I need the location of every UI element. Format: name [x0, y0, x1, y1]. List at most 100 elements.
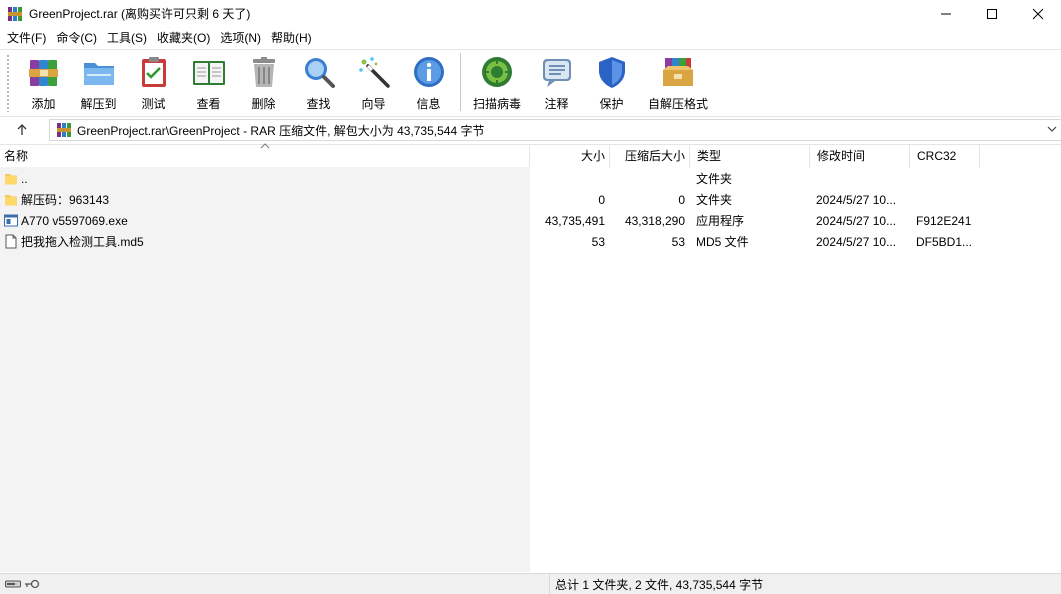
wizard-button[interactable]: 向导 — [346, 50, 401, 114]
menu-favorites[interactable]: 收藏夹(O) — [152, 28, 215, 48]
virus-scan-button[interactable]: 扫描病毒 — [465, 50, 529, 114]
find-button[interactable]: 查找 — [291, 50, 346, 114]
exe-icon — [4, 214, 18, 227]
extract-to-button[interactable]: 解压到 — [71, 50, 126, 114]
file-list-header: 名称 大小 压缩后大小 类型 修改时间 CRC32 — [0, 143, 1061, 168]
info-button[interactable]: 信息 — [401, 50, 456, 114]
protect-label: 保护 — [599, 97, 624, 111]
file-size: 0 — [598, 192, 605, 207]
address-bar: GreenProject.rar\GreenProject - RAR 压缩文件… — [0, 116, 1061, 143]
magic-wand-icon — [358, 57, 390, 88]
column-packed-label: 压缩后大小 — [624, 149, 685, 163]
test-button[interactable]: 测试 — [126, 50, 181, 114]
sfx-label: 自解压格式 — [647, 97, 708, 111]
file-type: MD5 文件 — [696, 235, 749, 249]
winrar-app-icon — [8, 6, 22, 21]
trash-can-icon — [252, 57, 275, 87]
minimize-icon — [941, 13, 951, 14]
column-header-size[interactable]: 大小 — [530, 145, 610, 168]
comment-icon — [542, 59, 571, 87]
protect-button[interactable]: 保护 — [584, 50, 639, 114]
minimize-button[interactable] — [923, 0, 969, 27]
sfx-box-icon — [663, 58, 693, 86]
chevron-down-icon[interactable] — [1047, 124, 1057, 134]
test-label: 测试 — [141, 97, 166, 111]
delete-button[interactable]: 删除 — [236, 50, 291, 114]
rar-archive-icon — [57, 123, 71, 137]
file-type: 应用程序 — [696, 214, 745, 228]
file-type: 文件夹 — [696, 172, 733, 186]
column-header-crc[interactable]: CRC32 — [910, 145, 980, 168]
view-button[interactable]: 查看 — [181, 50, 236, 114]
menu-options[interactable]: 选项(N) — [215, 28, 266, 48]
table-row[interactable]: .. 文件夹 — [0, 168, 1061, 189]
file-packed-size: 43,318,290 — [624, 213, 685, 228]
table-row[interactable]: 把我拖入检测工具.md5 53 53 MD5 文件 2024/5/27 10..… — [0, 231, 1061, 252]
file-name: .. — [21, 171, 28, 186]
file-modified: 2024/5/27 10... — [816, 192, 897, 207]
status-bar: 总计 1 文件夹, 2 文件, 43,735,544 字节 — [0, 573, 1061, 594]
file-size: 43,735,491 — [544, 213, 605, 228]
open-book-icon — [192, 61, 225, 85]
find-label: 查找 — [306, 97, 331, 111]
wizard-label: 向导 — [361, 97, 386, 111]
column-header-packed[interactable]: 压缩后大小 — [610, 145, 690, 168]
table-row[interactable]: 解压码：963143 0 0 文件夹 2024/5/27 10... — [0, 189, 1061, 210]
column-crc-label: CRC32 — [917, 149, 957, 163]
toolbar-grip[interactable] — [6, 54, 10, 112]
column-type-label: 类型 — [697, 149, 722, 163]
address-path-box[interactable]: GreenProject.rar\GreenProject - RAR 压缩文件… — [49, 119, 1061, 141]
file-icon — [5, 234, 17, 249]
virus-scan-icon — [482, 57, 512, 87]
key-icon[interactable] — [24, 579, 40, 589]
add-button[interactable]: 添加 — [16, 50, 71, 114]
folder-icon — [5, 195, 17, 206]
menu-commands[interactable]: 命令(C) — [51, 28, 102, 48]
table-row[interactable]: A770 v5597069.exe 43,735,491 43,318,290 … — [0, 210, 1061, 231]
column-header-type[interactable]: 类型 — [690, 145, 810, 168]
delete-label: 删除 — [251, 97, 276, 111]
clipboard-check-icon — [141, 57, 166, 87]
status-left-pane — [50, 573, 550, 594]
toolbar-separator — [460, 53, 461, 111]
sfx-button[interactable]: 自解压格式 — [639, 50, 717, 114]
menu-tools[interactable]: 工具(S) — [102, 28, 152, 48]
menu-help[interactable]: 帮助(H) — [266, 28, 317, 48]
maximize-button[interactable] — [969, 0, 1015, 27]
close-button[interactable] — [1015, 0, 1061, 27]
menu-file[interactable]: 文件(F) — [2, 28, 51, 48]
winrar-window: GreenProject.rar (离购买许可只剩 6 天了) 文件(F) 命令… — [0, 0, 1061, 594]
window-title: GreenProject.rar (离购买许可只剩 6 天了) — [29, 7, 251, 21]
info-label: 信息 — [416, 97, 441, 111]
address-path: GreenProject.rar\GreenProject - RAR 压缩文件… — [77, 123, 485, 138]
virus-scan-label: 扫描病毒 — [472, 97, 521, 111]
up-folder-button[interactable] — [0, 117, 44, 143]
sort-ascending-icon — [260, 143, 270, 149]
comment-button[interactable]: 注释 — [529, 50, 584, 114]
file-modified: 2024/5/27 10... — [816, 213, 897, 228]
column-modified-label: 修改时间 — [817, 149, 866, 163]
file-type: 文件夹 — [696, 193, 733, 207]
column-header-modified[interactable]: 修改时间 — [810, 145, 910, 168]
extract-to-label: 解压到 — [80, 97, 117, 111]
file-packed-size: 0 — [678, 192, 685, 207]
drive-icon[interactable] — [5, 579, 21, 589]
file-crc: F912E241 — [916, 213, 972, 228]
folder-up-icon — [5, 174, 17, 185]
file-modified: 2024/5/27 10... — [816, 234, 897, 249]
menu-bar: 文件(F) 命令(C) 工具(S) 收藏夹(O) 选项(N) 帮助(H) — [0, 28, 317, 48]
column-name-label: 名称 — [4, 149, 29, 163]
add-label: 添加 — [31, 97, 56, 111]
view-label: 查看 — [196, 97, 221, 111]
folder-extract-icon — [83, 63, 114, 85]
file-size: 53 — [591, 234, 605, 249]
magnifier-icon — [304, 58, 335, 88]
status-summary: 总计 1 文件夹, 2 文件, 43,735,544 字节 — [555, 577, 764, 592]
comment-label: 注释 — [544, 97, 569, 111]
column-header-name[interactable]: 名称 — [0, 143, 530, 168]
file-packed-size: 53 — [671, 234, 685, 249]
file-name: A770 v5597069.exe — [21, 213, 128, 228]
toolbar: 添加 解压到 测试 查看 删除 查找 向导 信息 扫描病毒 注释 保护 自解压格… — [0, 49, 1061, 115]
column-size-label: 大小 — [580, 149, 605, 163]
close-icon — [1032, 8, 1044, 19]
